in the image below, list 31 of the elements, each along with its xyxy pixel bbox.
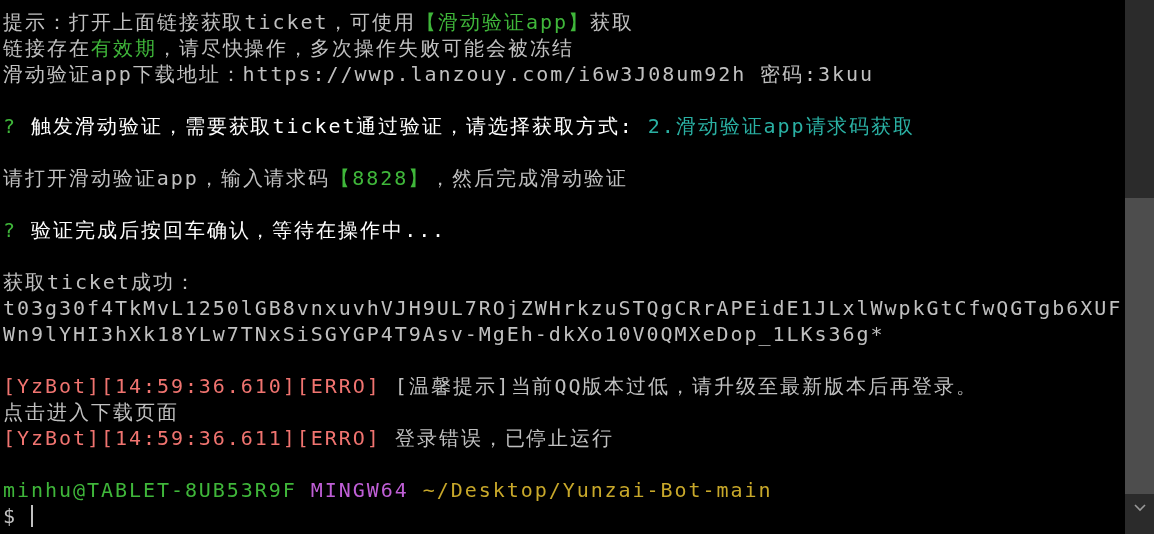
terminal-text: t03g30f4TkMvL1250lGB8vnxuvhVJH9UL7ROjZWHrkzuSTQgCRrAPEidE1JLxlWwpkGtCfwQGTgb6XUF [3,295,1123,321]
terminal-text: 提示：打开上面链接获取ticket，可使用 [3,9,417,35]
terminal-text: 滑动验证app下载地址：https://wwp.lanzouy.com/i6w3J08um92h 密码:3kuu [3,61,875,87]
scrollbar[interactable] [1125,0,1154,534]
terminal-text: 【滑动验证app】 [416,9,590,35]
terminal-text: 【8828】 [330,165,431,191]
terminal-text: ，请尽快操作，多次操作失败可能会被冻结 [156,35,574,61]
terminal-text: [温馨提示]当前QQ版本过低，请升级至最新版本后再登录。 [393,373,978,399]
terminal-text: 获取ticket成功： [3,269,197,295]
terminal-text: 登录错误，已停止运行 [393,425,615,451]
terminal-text: minhu@TABLET-8UB53R9F [3,477,297,503]
terminal-text: ? [3,113,17,139]
terminal-text: 点击进入下载页面 [3,399,179,425]
text-cursor [31,505,33,527]
terminal-text: [YzBot][14:59:36.611][ERRO] [3,425,381,451]
terminal-text: Wn9lYHI3hXk18YLw7TNxSiSGYGP4T9Asv-MgEh-dkXo10V0QMXeDop_1LKs36g* [3,321,885,347]
terminal-text: MINGW64 [309,477,409,503]
terminal-text: $ [3,503,17,529]
terminal-text: 获取 [589,9,634,35]
scroll-down-icon[interactable] [1133,504,1146,512]
terminal-text: ~/Desktop/Yunzai-Bot-main [421,477,773,503]
terminal-text: 2.滑动验证app请求码获取 [647,113,916,139]
terminal-text: [YzBot][14:59:36.610][ERRO] [3,373,381,399]
scrollbar-thumb[interactable] [1125,198,1154,494]
terminal-text: ，然后完成滑动验证 [430,165,628,191]
terminal-text: ? [3,217,17,243]
terminal-text: 验证完成后按回车确认，等待在操作中... [30,217,447,243]
terminal-text: 有效期 [90,35,157,61]
terminal-text: 链接存在 [3,35,91,61]
terminal-text: 请打开滑动验证app，输入请求码 [3,165,331,191]
terminal-text: 触发滑动验证，需要获取ticket通过验证，请选择获取方式: [30,113,635,139]
